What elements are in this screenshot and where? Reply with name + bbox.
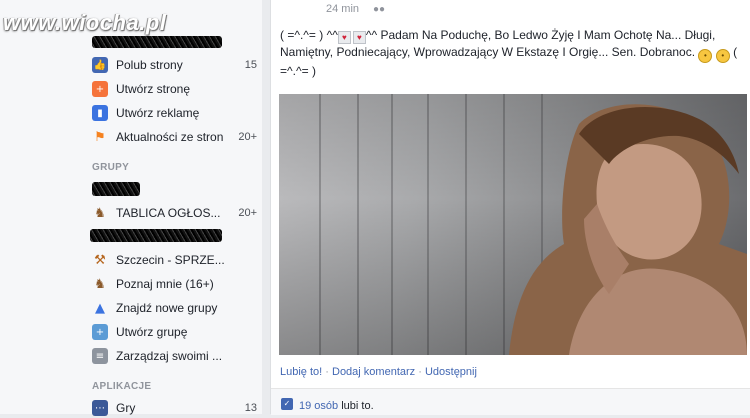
post-timestamp[interactable]: 24 min bbox=[326, 3, 359, 15]
smiley-icon: • bbox=[698, 49, 713, 63]
likes-bar: ✓ 19 osób lubi to. bbox=[271, 388, 750, 415]
post-text: ( =^.^= ) ^^ ♥ ♥ ^^ Padam Na Poduchę, Bo Le… bbox=[280, 27, 745, 80]
sidebar-item-create-page[interactable]: + Utwórz stronę bbox=[92, 79, 257, 99]
sidebar-item-label: Utwórz reklamę bbox=[116, 106, 200, 120]
chart-icon: ▮ bbox=[92, 105, 108, 121]
like-link[interactable]: Lubię to! bbox=[280, 366, 322, 378]
likes-summary: 19 osób lubi to. bbox=[299, 400, 374, 412]
post-photo[interactable] bbox=[279, 94, 747, 355]
thumbs-up-icon: ✓ bbox=[281, 398, 293, 410]
sidebar-item-label: Utwórz stronę bbox=[116, 82, 191, 96]
sidebar-item-label: Szczecin - SPRZE... bbox=[116, 253, 225, 267]
sidebar-item-label: Polub strony bbox=[116, 58, 183, 72]
post-card: 24 min ●● ( =^.^= ) ^^ ♥ ♥ ^^ Padam Na Podu… bbox=[270, 0, 750, 415]
sidebar-item-games[interactable]: ⋯ Gry 13 bbox=[92, 398, 257, 418]
sidebar-item-like-pages[interactable]: 👍 Polub strony 15 bbox=[92, 55, 257, 75]
sidebar-item-label: Aktualności ze stron bbox=[116, 130, 224, 144]
list-icon: ≡ bbox=[92, 348, 108, 364]
sidebar-item-create-ad[interactable]: ▮ Utwórz reklamę bbox=[92, 103, 257, 123]
thumbs-up-icon: 👍 bbox=[92, 57, 108, 73]
smiley-icon: • bbox=[715, 49, 730, 63]
sidebar-item-group-tablica[interactable]: ♞ TABLICA OGŁOS... 20+ bbox=[92, 203, 257, 223]
sidebar-item-label: Utwórz grupę bbox=[116, 325, 188, 339]
news-feed: 24 min ●● ( =^.^= ) ^^ ♥ ♥ ^^ Padam Na Podu… bbox=[270, 0, 750, 415]
friends-icon[interactable]: ●● bbox=[373, 4, 385, 15]
left-sidebar: www.wiocha.pl 👍 Polub strony 15 + Utwórz… bbox=[0, 0, 262, 416]
sidebar-item-group-poznaj[interactable]: ♞ Poznaj mnie (16+) bbox=[92, 274, 257, 294]
plus-icon: + bbox=[92, 324, 108, 340]
redacted-scribble bbox=[92, 36, 222, 48]
watermark-logo: www.wiocha.pl bbox=[3, 10, 167, 35]
post-text-part: ( =^.^= ) ^^ bbox=[280, 28, 338, 42]
sidebar-item-find-groups[interactable]: ▲ Znajdź nowe grupy bbox=[92, 298, 257, 318]
likes-suffix: lubi to. bbox=[341, 400, 374, 412]
horse-icon: ♞ bbox=[94, 276, 106, 292]
sidebar-item-count: 13 bbox=[244, 402, 257, 414]
post-actions: Lubię to! · Dodaj komentarz · Udostępnij bbox=[280, 366, 477, 378]
heart-icon: ♥ bbox=[337, 31, 351, 44]
share-link[interactable]: Udostępnij bbox=[425, 366, 477, 378]
sidebar-item-group-szczecin[interactable]: ⚒ Szczecin - SPRZE... bbox=[92, 250, 257, 270]
horse-icon: ♞ bbox=[94, 205, 106, 221]
create-page-icon: + bbox=[92, 81, 108, 97]
sidebar-item-pages-feed[interactable]: ⚑ Aktualności ze stron 20+ bbox=[92, 127, 257, 147]
sidebar-item-create-group[interactable]: + Utwórz grupę bbox=[92, 322, 257, 342]
apps-header: APLIKACJE bbox=[92, 381, 152, 392]
sidebar-item-manage-groups[interactable]: ≡ Zarządzaj swoimi ... bbox=[92, 346, 257, 366]
groups-header: GRUPY bbox=[92, 162, 130, 173]
sidebar-item-label: Poznaj mnie (16+) bbox=[116, 277, 214, 291]
sidebar-item-label: TABLICA OGŁOS... bbox=[116, 206, 221, 220]
sidebar-item-label: Zarządzaj swoimi ... bbox=[116, 349, 223, 363]
gavel-icon: ⚒ bbox=[94, 252, 106, 268]
megaphone-icon: ⚑ bbox=[94, 129, 106, 145]
likes-count-link[interactable]: 19 osób bbox=[299, 400, 338, 412]
comment-link[interactable]: Dodaj komentarz bbox=[332, 366, 415, 378]
sidebar-item-count: 20+ bbox=[238, 131, 257, 143]
separator: · bbox=[418, 366, 422, 378]
sidebar-item-label: Znajdź nowe grupy bbox=[116, 301, 218, 315]
rocket-icon: ▲ bbox=[95, 300, 105, 316]
sidebar-item-count: 20+ bbox=[238, 207, 257, 219]
redacted-scribble bbox=[90, 229, 222, 242]
sidebar-item-label: Gry bbox=[116, 401, 136, 415]
sidebar-item-count: 15 bbox=[244, 59, 257, 71]
separator: · bbox=[325, 366, 329, 378]
photo-subject bbox=[509, 104, 747, 355]
heart-icon: ♥ bbox=[352, 31, 366, 44]
redacted-scribble bbox=[92, 182, 140, 196]
